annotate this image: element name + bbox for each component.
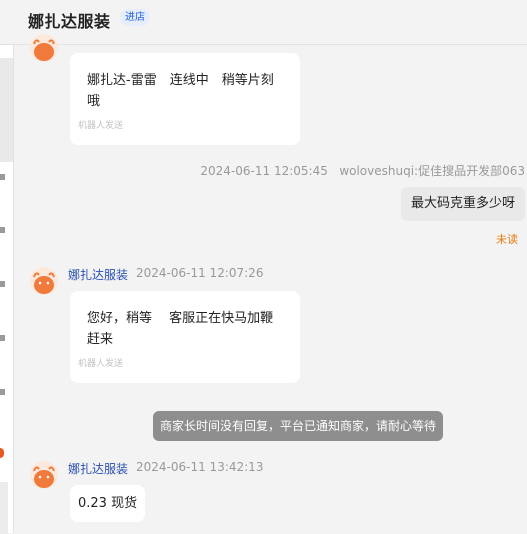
my-message-bubble: 最大码克重多少呀	[400, 187, 525, 221]
enter-shop-button[interactable]: 进店	[120, 9, 150, 26]
message-timestamp: 2024-06-11 12:07:26	[136, 266, 264, 280]
message-text: 娜扎达-雷雷 连线中 稍等片刻	[87, 73, 274, 88]
list-marker	[0, 281, 5, 287]
message-text: 赶来	[87, 332, 114, 347]
unread-status: 未读	[496, 233, 518, 246]
sender-name[interactable]: 娜扎达服装	[68, 460, 128, 477]
message-bubble: 娜扎达-雷雷 连线中 稍等片刻 哦 机器人发送	[70, 53, 300, 145]
unread-dot	[0, 448, 4, 458]
message-text: 您好，稍等 客服正在快马加鞭	[87, 311, 274, 326]
sender-name[interactable]: 娜扎达服装	[68, 266, 128, 283]
list-marker	[0, 389, 5, 395]
list-marker	[0, 174, 5, 180]
bull-head-avatar-icon[interactable]	[30, 461, 58, 489]
conversation-list-edge	[0, 44, 14, 534]
message-meta: 2024-06-11 12:05:45 woloveshuqi:促佳搜品开发部0…	[200, 162, 525, 179]
system-notice: 商家长时间没有回复，平台已通知商家，请耐心等待	[153, 411, 444, 441]
chat-header: 娜扎达服装 进店	[0, 0, 527, 45]
bot-sent-tag: 机器人发送	[78, 121, 124, 131]
bull-head-avatar-icon[interactable]	[30, 267, 58, 295]
message-list[interactable]: 娜扎达-雷雷 连线中 稍等片刻 哦 机器人发送 2024-06-11 12:05…	[14, 34, 527, 533]
selected-conversation[interactable]	[0, 58, 13, 162]
message-bubble: 0.23 现货	[70, 485, 146, 522]
bot-sent-tag: 机器人发送	[78, 359, 124, 369]
list-marker	[0, 227, 5, 233]
message-timestamp: 2024-06-11 13:42:13	[136, 460, 264, 474]
conversation-item[interactable]	[0, 482, 8, 534]
message-text: 哦	[87, 94, 101, 109]
list-marker	[0, 335, 5, 341]
message-bubble: 您好，稍等 客服正在快马加鞭 赶来 机器人发送	[70, 291, 300, 383]
sender-name: woloveshuqi:促佳搜品开发部063	[339, 164, 525, 178]
shop-name: 娜扎达服装	[28, 12, 111, 31]
bull-head-avatar-icon[interactable]	[30, 34, 58, 62]
message-timestamp: 2024-06-11 12:05:45	[200, 164, 328, 178]
